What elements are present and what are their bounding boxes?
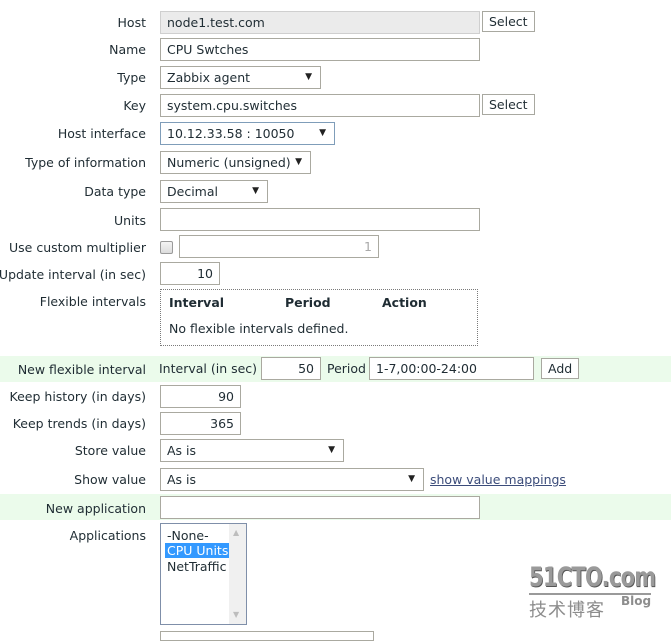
chevron-down-icon: ▼ <box>252 186 259 196</box>
units-input[interactable] <box>160 208 480 231</box>
chevron-down-icon: ▼ <box>319 128 326 138</box>
keep-trends-label: Keep trends (in days) <box>12 416 146 431</box>
new-flexible-interval-label: New flexible interval <box>17 362 146 377</box>
interval-sec-label: Interval (in sec) <box>159 361 258 376</box>
keep-history-input[interactable]: 90 <box>160 385 241 408</box>
key-input[interactable]: system.cpu.switches <box>160 94 480 117</box>
chevron-down-icon: ▼ <box>295 157 302 167</box>
chevron-down-icon: ▼ <box>328 445 335 455</box>
column-header-period: Period <box>285 295 331 310</box>
data-type-value: Decimal <box>167 184 218 199</box>
applications-option-selected[interactable]: CPU Units <box>165 543 231 558</box>
applications-option[interactable]: NetTraffic <box>165 559 229 574</box>
host-label: Host <box>117 15 146 30</box>
name-input[interactable]: CPU Swtches <box>160 38 480 61</box>
type-of-information-select[interactable]: Numeric (unsigned) ▼ <box>160 151 311 174</box>
host-interface-label: Host interface <box>57 126 146 141</box>
column-header-interval: Interval <box>169 295 225 310</box>
key-label: Key <box>123 98 146 113</box>
host-input: node1.test.com <box>160 11 480 34</box>
host-interface-value: 10.12.33.58 : 10050 <box>167 126 295 141</box>
flexible-interval-input[interactable]: 50 <box>261 357 321 380</box>
scroll-down-icon[interactable]: ▼ <box>233 610 239 619</box>
column-header-action: Action <box>382 295 427 310</box>
show-value-mappings-link[interactable]: show value mappings <box>430 472 566 487</box>
new-application-label: New application <box>45 501 146 516</box>
name-label: Name <box>109 42 146 57</box>
new-application-input[interactable] <box>160 496 480 519</box>
flexible-intervals-label: Flexible intervals <box>39 294 146 309</box>
data-type-select[interactable]: Decimal ▼ <box>160 180 268 203</box>
keep-history-label: Keep history (in days) <box>9 389 146 404</box>
applications-label: Applications <box>69 528 146 543</box>
host-select-button[interactable]: Select <box>482 11 535 32</box>
period-input[interactable]: 1-7,00:00-24:00 <box>369 357 534 380</box>
applications-option[interactable]: -None- <box>165 528 211 543</box>
type-of-information-value: Numeric (unsigned) <box>167 155 291 170</box>
custom-multiplier-checkbox[interactable] <box>160 241 173 254</box>
watermark-subtitle: 技术博客 <box>529 600 605 621</box>
type-label: Type <box>117 70 146 85</box>
key-select-button[interactable]: Select <box>482 94 535 115</box>
type-of-information-label: Type of information <box>25 155 146 170</box>
store-value-label: Store value <box>74 443 146 458</box>
watermark-tag: Blog <box>621 594 652 608</box>
keep-trends-input[interactable]: 365 <box>160 412 241 435</box>
units-label: Units <box>114 213 146 228</box>
data-type-label: Data type <box>84 184 146 199</box>
watermark-logo: 51CTO.com 技术博客 Blog <box>527 562 656 622</box>
period-label: Period <box>327 361 366 376</box>
scroll-up-icon[interactable]: ▲ <box>233 528 239 537</box>
type-select[interactable]: Zabbix agent ▼ <box>160 66 321 89</box>
show-value-select[interactable]: As is ▼ <box>160 468 424 491</box>
flexible-intervals-table: Interval Period Action No flexible inter… <box>160 289 478 346</box>
watermark-brand: 51CTO.com <box>529 562 656 593</box>
custom-multiplier-input[interactable]: 1 <box>179 235 379 258</box>
chevron-down-icon: ▼ <box>408 474 415 484</box>
update-interval-input[interactable]: 10 <box>160 262 220 285</box>
next-field-input[interactable] <box>160 631 374 641</box>
applications-scrollbar[interactable]: ▲ ▼ <box>229 524 246 624</box>
show-value-label: Show value <box>74 472 146 487</box>
show-value-value: As is <box>167 472 197 487</box>
chevron-down-icon: ▼ <box>305 72 312 82</box>
flexible-intervals-empty-text: No flexible intervals defined. <box>169 321 349 336</box>
store-value-value: As is <box>167 443 197 458</box>
store-value-select[interactable]: As is ▼ <box>160 439 344 462</box>
type-select-value: Zabbix agent <box>167 70 251 85</box>
host-interface-select[interactable]: 10.12.33.58 : 10050 ▼ <box>160 122 335 145</box>
update-interval-label: Update interval (in sec) <box>0 267 146 282</box>
custom-multiplier-label: Use custom multiplier <box>9 240 146 255</box>
applications-listbox[interactable]: -None- CPU Units NetTraffic ▲ ▼ <box>160 523 247 625</box>
add-flexible-interval-button[interactable]: Add <box>541 358 580 379</box>
